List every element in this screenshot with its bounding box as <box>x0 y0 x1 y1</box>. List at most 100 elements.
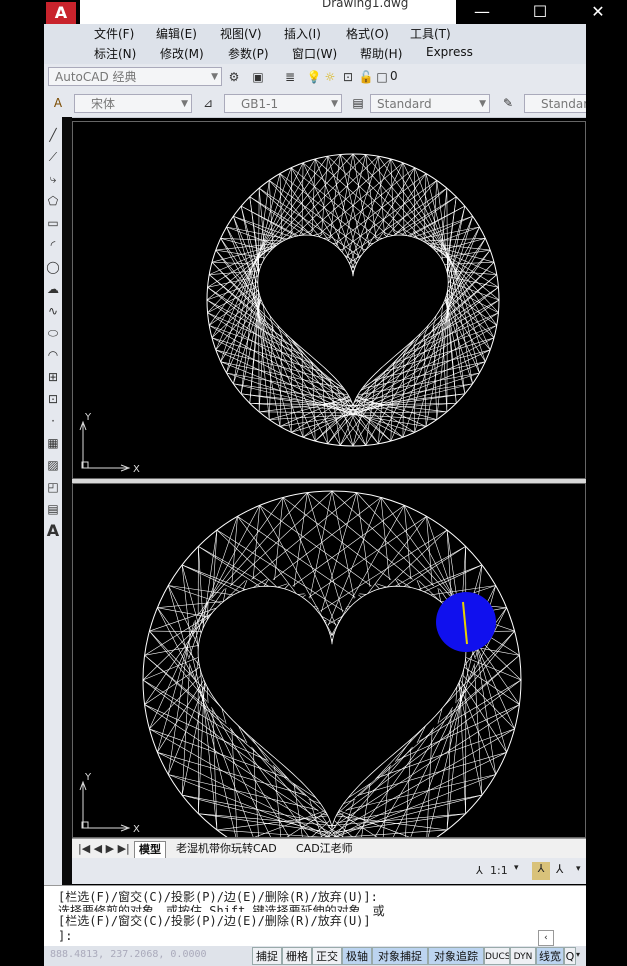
menu-insert[interactable]: 插入(I) <box>284 25 321 42</box>
grid-toggle[interactable]: 栅格 <box>282 947 312 965</box>
dyn-toggle[interactable]: DYN <box>510 947 536 965</box>
ucs-icon: YX <box>79 412 140 475</box>
chevron-down-icon: ▼ <box>479 99 486 109</box>
chevron-down-icon[interactable]: ▾ <box>576 950 580 959</box>
chevron-down-icon[interactable]: ▾ <box>514 863 519 873</box>
viewport-bottom[interactable]: YX <box>72 483 586 838</box>
string-line <box>353 411 447 414</box>
tab-model[interactable]: 模型 <box>134 841 166 859</box>
line-icon[interactable]: ╱ <box>46 127 60 143</box>
auto-scale-icon[interactable]: ⅄ <box>556 862 563 876</box>
string-line <box>240 206 254 265</box>
menu-edit[interactable]: 编辑(E) <box>156 25 197 42</box>
lineweight-toggle[interactable]: 线宽 <box>536 947 564 965</box>
screen-right-margin <box>586 24 627 966</box>
color-swatch-icon[interactable]: □ <box>374 69 390 85</box>
string-line <box>274 497 284 580</box>
sun-icon[interactable]: ☼ <box>322 69 338 85</box>
menu-parametric[interactable]: 参数(P) <box>228 45 269 62</box>
region-icon[interactable]: ◰ <box>46 479 60 495</box>
table-style-select[interactable]: Standard ▼ <box>370 94 490 113</box>
string-line <box>279 173 283 235</box>
command-scroll-icon[interactable]: ‹ <box>538 930 554 946</box>
customize-icon[interactable]: ▣ <box>250 69 266 85</box>
xline-icon[interactable]: ⟋ <box>46 149 60 165</box>
mtext-icon[interactable]: A <box>46 523 60 539</box>
multileader-style-icon[interactable]: ✎ <box>500 95 516 111</box>
spline-icon[interactable]: ∿ <box>46 303 60 319</box>
heart-string-art-top: YX <box>79 153 500 475</box>
string-line <box>327 813 466 827</box>
layer-freeze-icon[interactable]: ⊡ <box>340 69 356 85</box>
tab-layout-2[interactable]: CAD江老师 <box>292 841 357 857</box>
menu-format[interactable]: 格式(O) <box>346 25 389 42</box>
multileader-style-select[interactable]: Standard <box>524 94 586 113</box>
command-history-3: [栏选(F)/窗交(C)/投影(P)/边(E)/删除(R)/放弃(U)] <box>58 912 371 929</box>
point-icon[interactable]: · <box>46 413 60 429</box>
lock-icon[interactable]: 🔓 <box>358 69 374 85</box>
menu-tools[interactable]: 工具(T) <box>410 25 451 42</box>
workspace-select[interactable]: AutoCAD 经典 ▼ <box>48 67 222 86</box>
table-icon[interactable]: ▤ <box>46 501 60 517</box>
menu-view[interactable]: 视图(V) <box>220 25 262 42</box>
menu-dimension[interactable]: 标注(N) <box>94 45 136 62</box>
chevron-down-icon: ▼ <box>181 99 188 109</box>
revcloud-icon[interactable]: ☁ <box>46 281 60 297</box>
annotation-scale-icon[interactable]: ⅄ <box>476 864 483 877</box>
string-line <box>331 490 435 587</box>
string-line <box>229 490 333 587</box>
annotation-bar: ⅄ 1:1 ▾ ⅄ ⅄ ▾ <box>72 858 586 884</box>
string-line <box>157 621 195 753</box>
minimize-icon[interactable]: — <box>462 0 502 24</box>
screen-left-margin <box>0 0 44 966</box>
dim-style-select[interactable]: GB1-1 ▼ <box>224 94 342 113</box>
string-line <box>252 748 259 837</box>
arc-icon[interactable]: ◜ <box>46 237 60 253</box>
autocad-logo-icon[interactable]: A <box>46 2 76 24</box>
command-prompt[interactable]: ]: <box>58 929 72 943</box>
ellipse-icon[interactable]: ⬭ <box>46 325 60 341</box>
rectangle-icon[interactable]: ▭ <box>46 215 60 231</box>
ortho-toggle[interactable]: 正交 <box>312 947 342 965</box>
polyline-icon[interactable]: ⤷ <box>46 171 60 187</box>
tab-layout-1[interactable]: 老湿机带你玩转CAD <box>172 841 281 857</box>
menu-express[interactable]: Express <box>426 45 473 59</box>
close-icon[interactable]: ✕ <box>578 0 618 24</box>
string-line <box>259 399 360 413</box>
lightbulb-icon[interactable]: 💡 <box>306 69 322 85</box>
annotation-visibility-icon[interactable]: ⅄ <box>532 862 550 880</box>
command-line[interactable]: [栏选(F)/窗交(C)/投影(P)/边(E)/删除(R)/放弃(U)]: 选择… <box>44 885 586 946</box>
quickprops-toggle[interactable]: Q <box>564 947 576 965</box>
string-line <box>331 490 355 599</box>
gear-icon[interactable]: ⚙ <box>226 69 242 85</box>
circle-icon[interactable]: ◯ <box>46 259 60 275</box>
ellipse-arc-icon[interactable]: ◠ <box>46 347 60 363</box>
text-style-icon[interactable]: A <box>50 95 66 111</box>
annotation-scale[interactable]: 1:1 <box>490 864 508 877</box>
menu-file[interactable]: 文件(F) <box>94 25 134 42</box>
ucs-y-label: Y <box>84 772 92 783</box>
tab-nav-arrows[interactable]: |◀ ◀ ▶ ▶| <box>74 841 134 857</box>
maximize-icon[interactable]: ☐ <box>520 0 560 24</box>
menu-window[interactable]: 窗口(W) <box>292 45 337 62</box>
text-style-select[interactable]: 宋体 ▼ <box>74 94 192 113</box>
osnap-toggle[interactable]: 对象捕捉 <box>372 947 428 965</box>
dim-style-value: GB1-1 <box>241 97 279 111</box>
table-style-icon[interactable]: ▤ <box>350 95 366 111</box>
gradient-icon[interactable]: ▨ <box>46 457 60 473</box>
menu-help[interactable]: 帮助(H) <box>360 45 402 62</box>
snap-toggle[interactable]: 捕捉 <box>252 947 282 965</box>
ducs-toggle[interactable]: DUCS <box>484 947 510 965</box>
dim-style-icon[interactable]: ⊿ <box>200 95 216 111</box>
draw-toolbar: ╱ ⟋ ⤷ ⬠ ▭ ◜ ◯ ☁ ∿ ⬭ ◠ ⊞ ⊡ · ▦ ▨ ◰ ▤ A <box>44 117 63 885</box>
chevron-down-icon[interactable]: ▾ <box>576 864 581 874</box>
otrack-toggle[interactable]: 对象追踪 <box>428 947 484 965</box>
viewport-top[interactable]: YX <box>72 121 586 479</box>
insert-block-icon[interactable]: ⊞ <box>46 369 60 385</box>
make-block-icon[interactable]: ⊡ <box>46 391 60 407</box>
menu-modify[interactable]: 修改(M) <box>160 45 204 62</box>
polygon-icon[interactable]: ⬠ <box>46 193 60 209</box>
polar-toggle[interactable]: 极轴 <box>342 947 372 965</box>
layer-manager-icon[interactable]: ≣ <box>282 69 298 85</box>
hatch-icon[interactable]: ▦ <box>46 435 60 451</box>
